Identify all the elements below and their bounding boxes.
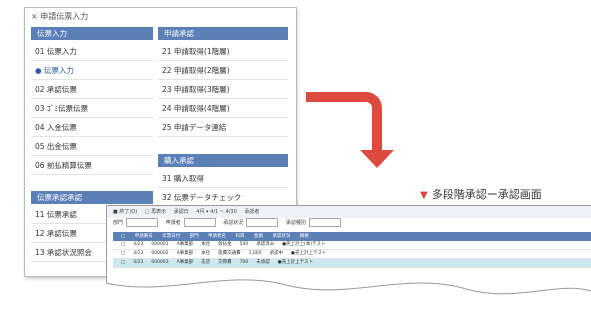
menu-item-23[interactable]: 23 申請取得(3階層)	[158, 80, 288, 99]
section-header-purchase: 購入承認	[158, 154, 288, 167]
section-header-slip-input: 伝票入力	[31, 27, 153, 40]
menu-title: × 申請伝票入力	[31, 12, 89, 21]
triangle-down-icon: ▼	[420, 190, 428, 201]
menu-item-05[interactable]: 05 出金伝票	[31, 137, 153, 156]
menu-item-03[interactable]: 03 ｺﾞﾐ伝票伝票	[31, 99, 153, 118]
menu-item-06[interactable]: 06 前払精算伝票	[31, 156, 153, 175]
approval-screen: ■ 終了(Q) □ 再表示 承認日 4月 ▾ 4/1 ~ 4/30 承認者 部門…	[106, 205, 591, 325]
slip-input-list: 01 伝票入力 ● 伝票入力 02 承認伝票 03 ｺﾞﾐ伝票伝票 04 入金伝…	[31, 42, 153, 175]
menu-item-02[interactable]: 02 承認伝票	[31, 80, 153, 99]
torn-edge	[106, 279, 591, 325]
section-header-slip-approval: 伝票承認承認	[31, 191, 153, 204]
purchase-list: 31 購入取得 32 伝票データチェック	[158, 169, 288, 207]
arrow-down-icon	[360, 150, 394, 168]
arrow-shaft	[306, 92, 382, 150]
menu-item-24[interactable]: 24 申請取得(4階層)	[158, 99, 288, 118]
menu-item-04[interactable]: 04 入金伝票	[31, 118, 153, 137]
caption: ▼ 多段階承認ー承認画面	[420, 186, 542, 202]
menu-item-22[interactable]: 22 申請取得(2階層)	[158, 61, 288, 80]
menu-item-31[interactable]: 31 購入取得	[158, 169, 288, 188]
request-approval-list: 21 申請取得(1階層) 22 申請取得(2階層) 23 申請取得(3階層) 2…	[158, 42, 288, 137]
menu-item-01[interactable]: 01 伝票入力	[31, 42, 153, 61]
section-header-request-approval: 申請承認	[158, 27, 288, 40]
menu-item-25[interactable]: 25 申請データ連結	[158, 118, 288, 137]
menu-item-selected[interactable]: ● 伝票入力	[31, 61, 153, 80]
menu-item-21[interactable]: 21 申請取得(1階層)	[158, 42, 288, 61]
caption-text: 多段階承認ー承認画面	[431, 188, 542, 201]
